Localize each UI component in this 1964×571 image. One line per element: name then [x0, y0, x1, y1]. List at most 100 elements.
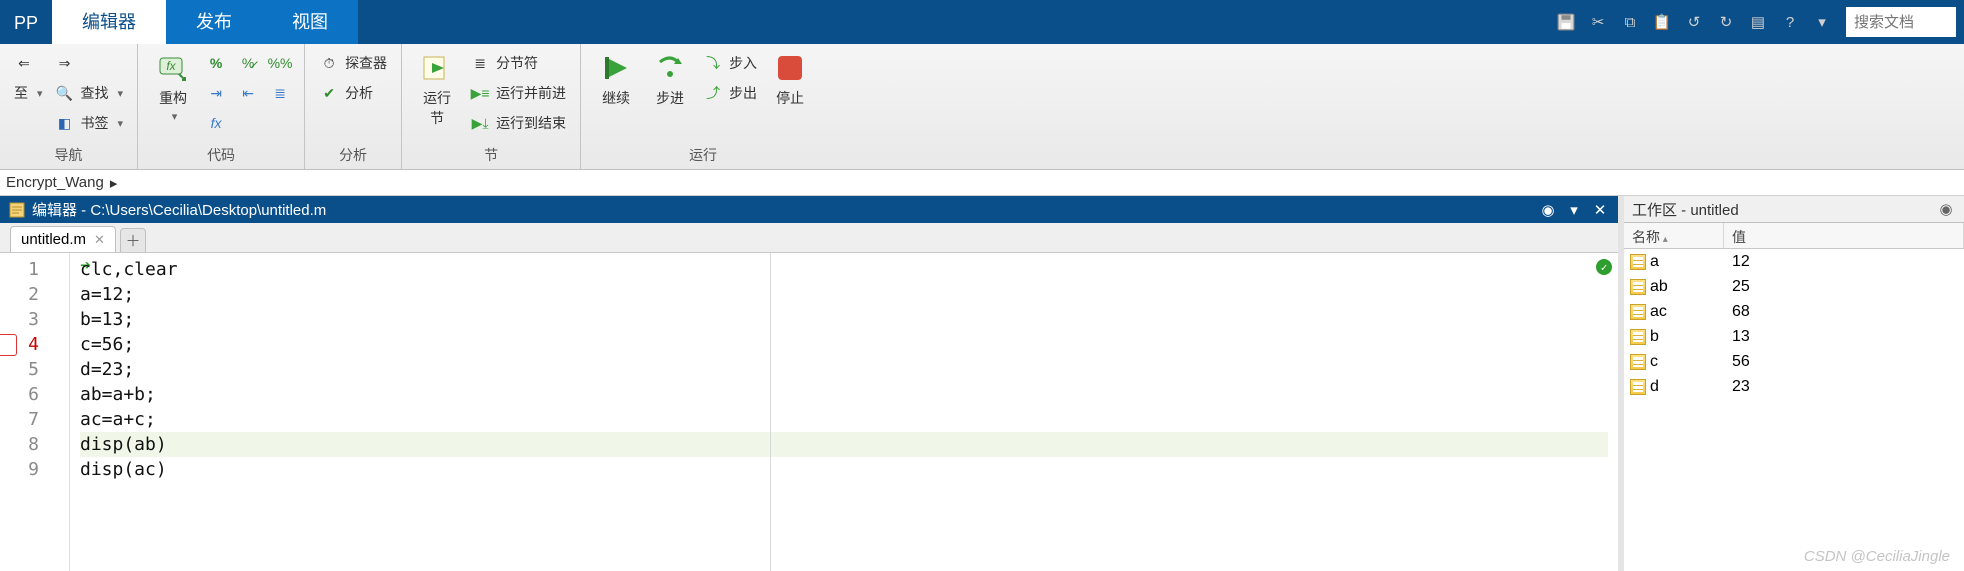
var-name: a — [1650, 253, 1659, 271]
workspace-variable-row[interactable]: d23 — [1624, 374, 1964, 399]
panel-maximize-icon[interactable]: ▾ — [1564, 200, 1584, 220]
undo-icon[interactable]: ↺ — [1680, 8, 1708, 36]
redo-icon[interactable]: ↻ — [1712, 8, 1740, 36]
nav-back-button[interactable]: ⇐ — [14, 50, 43, 76]
layout-icon[interactable]: ▤ — [1744, 8, 1772, 36]
code-line[interactable]: b=13; — [80, 307, 1608, 332]
ws-menu-icon[interactable]: ◉ — [1936, 199, 1956, 219]
code-line[interactable]: ab=a+b; — [80, 382, 1608, 407]
nav-forward-button[interactable]: ⇒ — [55, 50, 124, 76]
group-label-analyze: 分析 — [339, 145, 367, 169]
paste-icon[interactable]: 📋 — [1648, 8, 1676, 36]
line-number[interactable]: 2 — [0, 282, 39, 307]
cut-icon[interactable]: ✂ — [1584, 8, 1612, 36]
stop-button[interactable]: 停止 — [769, 50, 811, 108]
group-label-nav: 导航 — [55, 145, 83, 169]
section-comment-button[interactable]: %% — [270, 50, 290, 76]
ribbon-group-analyze: ⏱探查器 ✔分析 分析 — [305, 44, 402, 169]
workspace-header[interactable]: 名称 值 — [1624, 223, 1964, 249]
group-label-section: 节 — [484, 145, 498, 169]
help-icon[interactable]: ? — [1776, 8, 1804, 36]
section-break-button[interactable]: ≣分节符 — [470, 50, 566, 76]
run-section-button[interactable]: 运行 节 — [416, 50, 458, 128]
workspace-title: 工作区 - untitled ◉ — [1624, 196, 1964, 223]
line-number[interactable]: 1 — [0, 257, 39, 282]
var-name: d — [1650, 378, 1659, 396]
code-line[interactable]: ac=a+c; — [80, 407, 1608, 432]
chevron-right-icon: ▸ — [110, 174, 118, 192]
tab-editor[interactable]: 编辑器 — [52, 0, 166, 44]
save-icon[interactable] — [1552, 8, 1580, 36]
bookmark-button[interactable]: ◧书签 — [55, 110, 124, 136]
line-number[interactable]: 4 — [0, 332, 39, 357]
run-advance-button[interactable]: ▶≡运行并前进 — [470, 80, 566, 106]
workspace-variable-row[interactable]: b13 — [1624, 324, 1964, 349]
breadcrumb-seg[interactable]: Encrypt_Wang — [6, 174, 104, 191]
line-number[interactable]: 8 — [0, 432, 39, 457]
line-number[interactable]: 5 — [0, 357, 39, 382]
step-out-button[interactable]: ⤴步出 — [703, 80, 757, 106]
copy-icon[interactable]: ⧉ — [1616, 8, 1644, 36]
new-tab-button[interactable]: ＋ — [120, 228, 146, 252]
tab-publish[interactable]: 发布 — [166, 0, 262, 44]
tab-view[interactable]: 视图 — [262, 0, 358, 44]
close-tab-icon[interactable]: ✕ — [94, 232, 105, 248]
group-label-code: 代码 — [207, 145, 235, 169]
code-line[interactable]: c=56; — [80, 332, 1608, 357]
code-line[interactable]: clc,clear — [80, 257, 1608, 282]
dropdown-icon[interactable]: ▾ — [1808, 8, 1836, 36]
search-docs[interactable] — [1846, 7, 1956, 37]
panel-close-icon[interactable]: ✕ — [1590, 200, 1610, 220]
ws-col-name[interactable]: 名称 — [1624, 223, 1724, 248]
ribbon-group-nav: ⇐ 至 ⇒ 🔍查找 ◧书签 导航 — [0, 44, 138, 169]
profiler-button[interactable]: ⏱探查器 — [319, 50, 387, 76]
nav-goto-button[interactable]: 至 — [14, 80, 43, 106]
code-text[interactable]: clc,cleara=12;b=13;c=56;d=23;ab=a+b;ac=a… — [70, 253, 1618, 571]
workspace-variable-row[interactable]: ac68 — [1624, 299, 1964, 324]
fx-insert-button[interactable]: fx — [206, 110, 226, 136]
main-tab-strip: PP 编辑器 发布 视图 ✂ ⧉ 📋 ↺ ↻ ▤ ? ▾ — [0, 0, 1964, 44]
format-button[interactable]: ≣ — [270, 80, 290, 106]
search-input[interactable] — [1846, 7, 1956, 37]
breadcrumb[interactable]: Encrypt_Wang ▸ — [0, 170, 1964, 196]
run-to-end-button[interactable]: ▶⤓运行到结束 — [470, 110, 566, 136]
file-tab-label: untitled.m — [21, 231, 86, 248]
line-number[interactable]: 7 — [0, 407, 39, 432]
refactor-button[interactable]: fx 重构 — [152, 50, 194, 123]
app-label: PP — [0, 3, 52, 44]
code-line[interactable]: disp(ac) — [80, 457, 1608, 482]
editor-panel-title: 编辑器 - C:\Users\Cecilia\Desktop\untitled.… — [0, 196, 1618, 223]
outdent-button[interactable]: ⇤ — [238, 80, 258, 106]
step-button[interactable]: 步进 — [649, 50, 691, 108]
line-number[interactable]: 9 — [0, 457, 39, 482]
quick-access-toolbar: ✂ ⧉ 📋 ↺ ↻ ▤ ? ▾ — [1550, 0, 1964, 44]
code-line[interactable]: d=23; — [80, 357, 1608, 382]
line-number[interactable]: 6 — [0, 382, 39, 407]
find-button[interactable]: 🔍查找 — [55, 80, 124, 106]
file-tab[interactable]: untitled.m ✕ — [10, 226, 116, 252]
syntax-ok-icon: ✓ — [1596, 259, 1612, 275]
line-number[interactable]: 3 — [0, 307, 39, 332]
var-value: 68 — [1724, 303, 1964, 321]
gutter[interactable]: 123456789 — [0, 253, 70, 571]
panel-menu-icon[interactable]: ◉ — [1538, 200, 1558, 220]
ws-col-value[interactable]: 值 — [1724, 223, 1964, 248]
editor-title-text: 编辑器 - C:\Users\Cecilia\Desktop\untitled.… — [32, 199, 326, 220]
code-line[interactable]: a=12; — [80, 282, 1608, 307]
comment-percent-button[interactable]: % — [206, 50, 226, 76]
variable-icon — [1630, 254, 1646, 270]
analyze-button[interactable]: ✔分析 — [319, 80, 387, 106]
code-line[interactable]: disp(ab) — [80, 432, 1608, 457]
workspace-variable-row[interactable]: ab25 — [1624, 274, 1964, 299]
workspace-variable-row[interactable]: a12 — [1624, 249, 1964, 274]
workspace-var-list[interactable]: a12ab25ac68b13c56d23 — [1624, 249, 1964, 571]
variable-icon — [1630, 279, 1646, 295]
continue-button[interactable]: 继续 — [595, 50, 637, 108]
workspace-variable-row[interactable]: c56 — [1624, 349, 1964, 374]
var-value: 13 — [1724, 328, 1964, 346]
code-editor[interactable]: 123456789 clc,cleara=12;b=13;c=56;d=23;a… — [0, 253, 1618, 571]
indent-button[interactable]: ⇥ — [206, 80, 226, 106]
var-value: 25 — [1724, 278, 1964, 296]
uncomment-button[interactable]: %̷ — [238, 50, 258, 76]
step-in-button[interactable]: ⤵步入 — [703, 50, 757, 76]
